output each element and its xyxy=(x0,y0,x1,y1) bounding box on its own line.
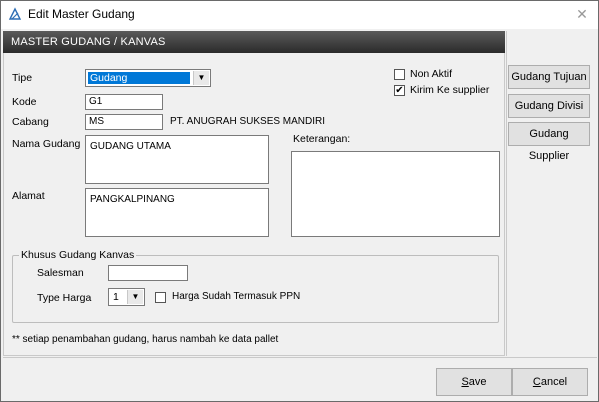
divider xyxy=(3,357,597,358)
save-accelerator: S xyxy=(461,376,469,388)
chevron-down-icon[interactable]: ▼ xyxy=(193,71,209,85)
cancel-label: ancel xyxy=(540,376,568,388)
ppn-label: Harga Sudah Termasuk PPN xyxy=(172,291,301,302)
salesman-label: Salesman xyxy=(37,267,84,279)
app-logo-icon xyxy=(8,7,22,20)
window-title: Edit Master Gudang xyxy=(28,7,135,21)
cabang-name-text: PT. ANUGRAH SUKSES MANDIRI xyxy=(170,116,326,127)
kirim-supplier-label: Kirim Ke supplier xyxy=(410,84,490,96)
kirim-supplier-checkbox[interactable]: ✔ xyxy=(394,85,405,96)
cabang-input[interactable]: MS xyxy=(85,114,163,130)
checkmark-icon: ✔ xyxy=(395,85,404,96)
tipe-select[interactable]: Gudang ▼ xyxy=(85,69,211,87)
kanvas-group-title: Khusus Gudang Kanvas xyxy=(19,249,137,261)
save-label: ave xyxy=(468,376,487,388)
keterangan-input[interactable] xyxy=(291,151,500,237)
gudang-divisi-button[interactable]: Gudang Divisi xyxy=(508,94,590,118)
cancel-button[interactable]: Cancel xyxy=(512,368,588,396)
alamat-input[interactable]: PANGKALPINANG xyxy=(85,188,269,237)
gudang-tujuan-button[interactable]: Gudang Tujuan xyxy=(508,65,590,89)
salesman-input[interactable] xyxy=(108,265,188,281)
kode-input[interactable]: G1 xyxy=(85,94,163,110)
ppn-checkbox[interactable] xyxy=(155,292,166,303)
type-harga-label: Type Harga xyxy=(37,292,92,304)
keterangan-label: Keterangan: xyxy=(293,133,351,145)
nama-gudang-input[interactable]: GUDANG UTAMA xyxy=(85,135,269,184)
save-button[interactable]: Save xyxy=(436,368,512,396)
kode-label: Kode xyxy=(12,96,37,108)
alamat-label: Alamat xyxy=(12,190,45,202)
tipe-label: Tipe xyxy=(12,72,33,84)
title-bar: Edit Master Gudang ✕ xyxy=(1,1,598,29)
cancel-accelerator: C xyxy=(532,376,541,388)
edit-master-gudang-window: Edit Master Gudang ✕ MASTER GUDANG / KAN… xyxy=(0,0,599,402)
non-aktif-label: Non Aktif xyxy=(410,68,453,80)
kanvas-group: Khusus Gudang Kanvas xyxy=(12,249,499,323)
nama-gudang-label: Nama Gudang xyxy=(12,138,81,150)
cabang-label: Cabang xyxy=(12,116,49,128)
section-header-title: MASTER GUDANG / KANVAS xyxy=(11,36,166,48)
section-header: MASTER GUDANG / KANVAS xyxy=(3,31,505,53)
pallet-note: ** setiap penambahan gudang, harus namba… xyxy=(12,334,279,345)
gudang-supplier-button[interactable]: Gudang Supplier xyxy=(508,122,590,162)
type-harga-value: 1 xyxy=(113,291,119,303)
close-button[interactable]: ✕ xyxy=(572,5,592,23)
tipe-selected-value: Gudang xyxy=(87,71,191,85)
non-aktif-checkbox[interactable] xyxy=(394,69,405,80)
type-harga-select[interactable]: 1 ▼ xyxy=(108,288,145,306)
chevron-down-icon[interactable]: ▼ xyxy=(127,290,143,304)
close-icon: ✕ xyxy=(576,6,588,22)
